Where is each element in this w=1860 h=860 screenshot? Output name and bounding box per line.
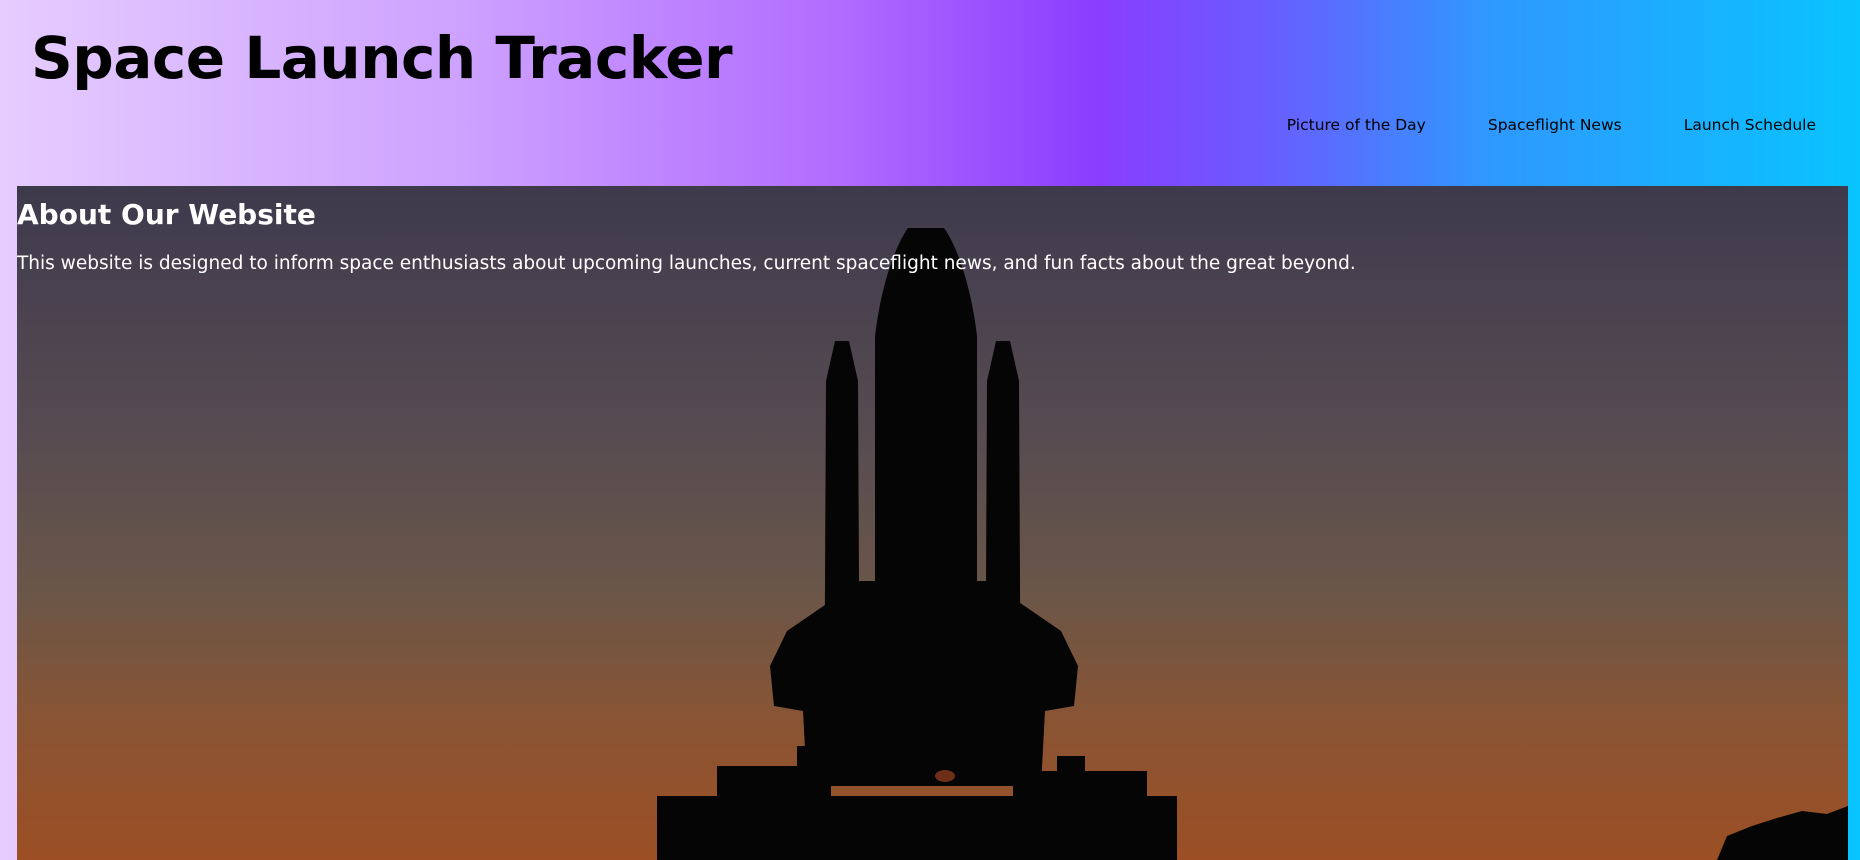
about-heading: About Our Website [17,198,316,231]
about-section: About Our Website This website is design… [17,186,1848,860]
nav-link-launch-schedule[interactable]: Launch Schedule [1684,116,1816,134]
pad-base [657,796,1177,860]
main-nav: Picture of the Day Spaceflight News Laun… [1287,116,1816,134]
nav-link-spaceflight-news[interactable]: Spaceflight News [1488,116,1622,134]
shuttle-hero-image [657,228,1848,860]
nav-link-picture-of-the-day[interactable]: Picture of the Day [1287,116,1426,134]
site-header: Space Launch Tracker Picture of the Day … [0,0,1860,166]
about-description: This website is designed to inform space… [17,253,1356,274]
site-title: Space Launch Tracker [31,24,733,92]
treeline [1717,806,1848,860]
